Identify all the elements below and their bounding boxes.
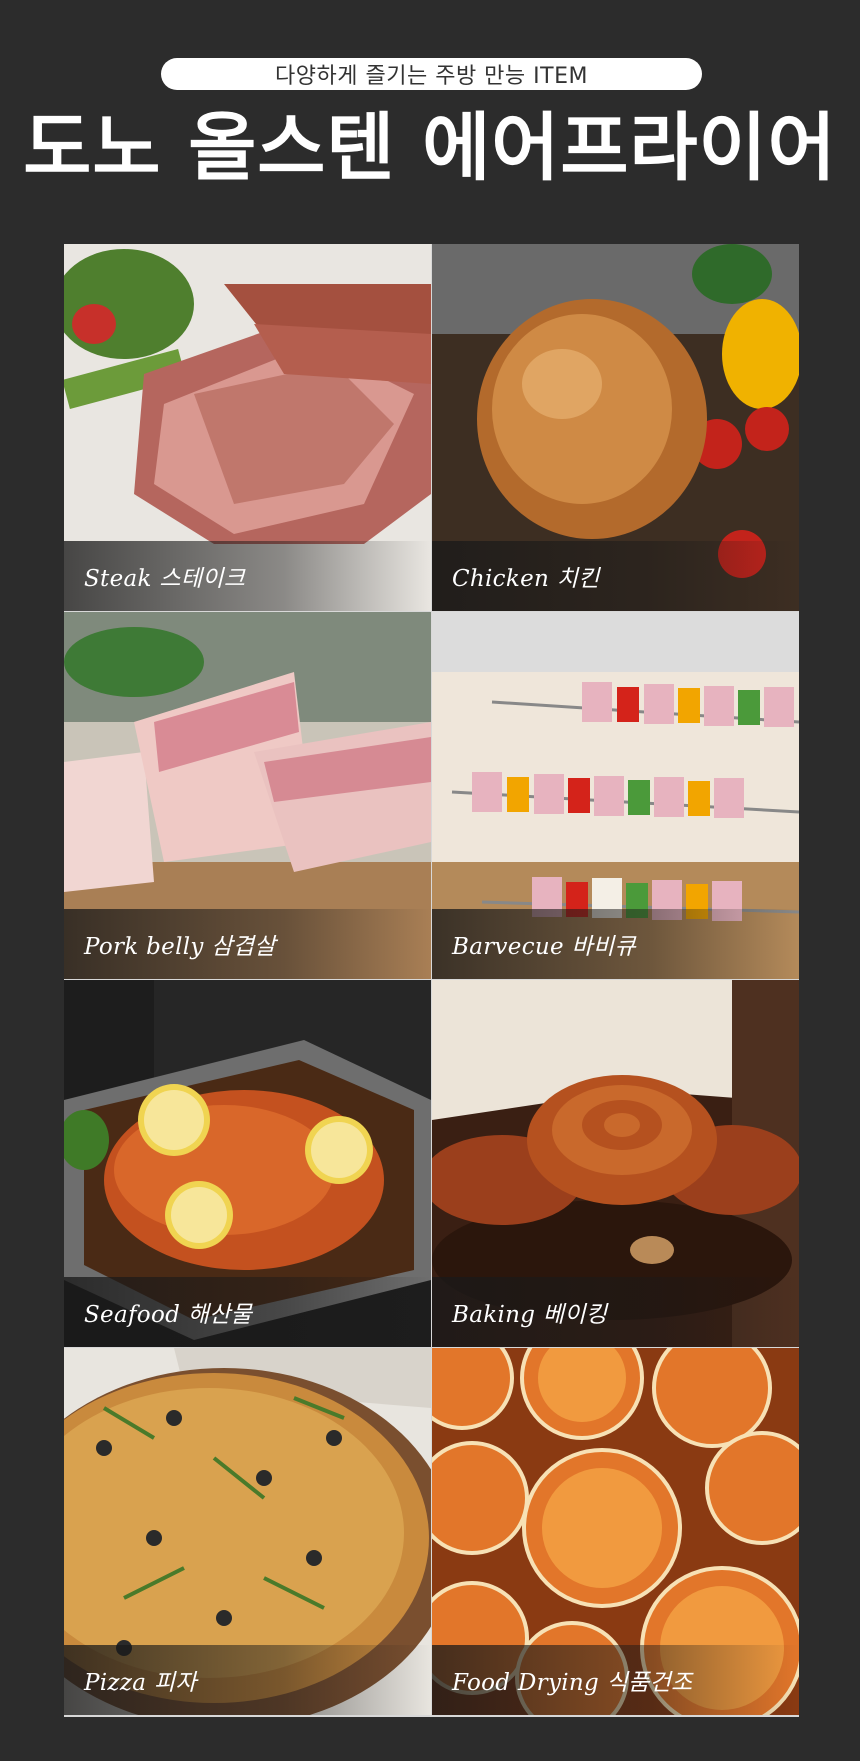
food-grid: Steak 스테이크 Chicken 치킨 Pork belly 삼겹살 Bar… [64, 244, 799, 1717]
food-tile-baking: Baking 베이킹 [432, 980, 799, 1347]
food-caption: Pizza 피자 [64, 1645, 431, 1715]
food-tile-steak: Steak 스테이크 [64, 244, 431, 611]
tagline-pill: 다양하게 즐기는 주방 만능 ITEM [161, 58, 702, 90]
food-caption: Steak 스테이크 [64, 541, 431, 611]
food-tile-pork-belly: Pork belly 삼겹살 [64, 612, 431, 979]
food-caption: Food Drying 식품건조 [432, 1645, 799, 1715]
food-tile-pizza: Pizza 피자 [64, 1348, 431, 1715]
food-caption: Pork belly 삼겹살 [64, 909, 431, 979]
food-caption: Baking 베이킹 [432, 1277, 799, 1347]
product-detail-page: 다양하게 즐기는 주방 만능 ITEM 도노 올스텐 에어프라이어 Steak … [0, 0, 860, 1761]
food-caption: Barvecue 바비큐 [432, 909, 799, 979]
food-caption: Chicken 치킨 [432, 541, 799, 611]
food-tile-seafood: Seafood 해산물 [64, 980, 431, 1347]
food-tile-food-drying: Food Drying 식품건조 [432, 1348, 799, 1715]
page-title: 도노 올스텐 에어프라이어 [23, 105, 837, 191]
food-caption: Seafood 해산물 [64, 1277, 431, 1347]
food-tile-chicken: Chicken 치킨 [432, 244, 799, 611]
tagline-text: 다양하게 즐기는 주방 만능 ITEM [275, 64, 588, 89]
food-tile-barbecue: Barvecue 바비큐 [432, 612, 799, 979]
